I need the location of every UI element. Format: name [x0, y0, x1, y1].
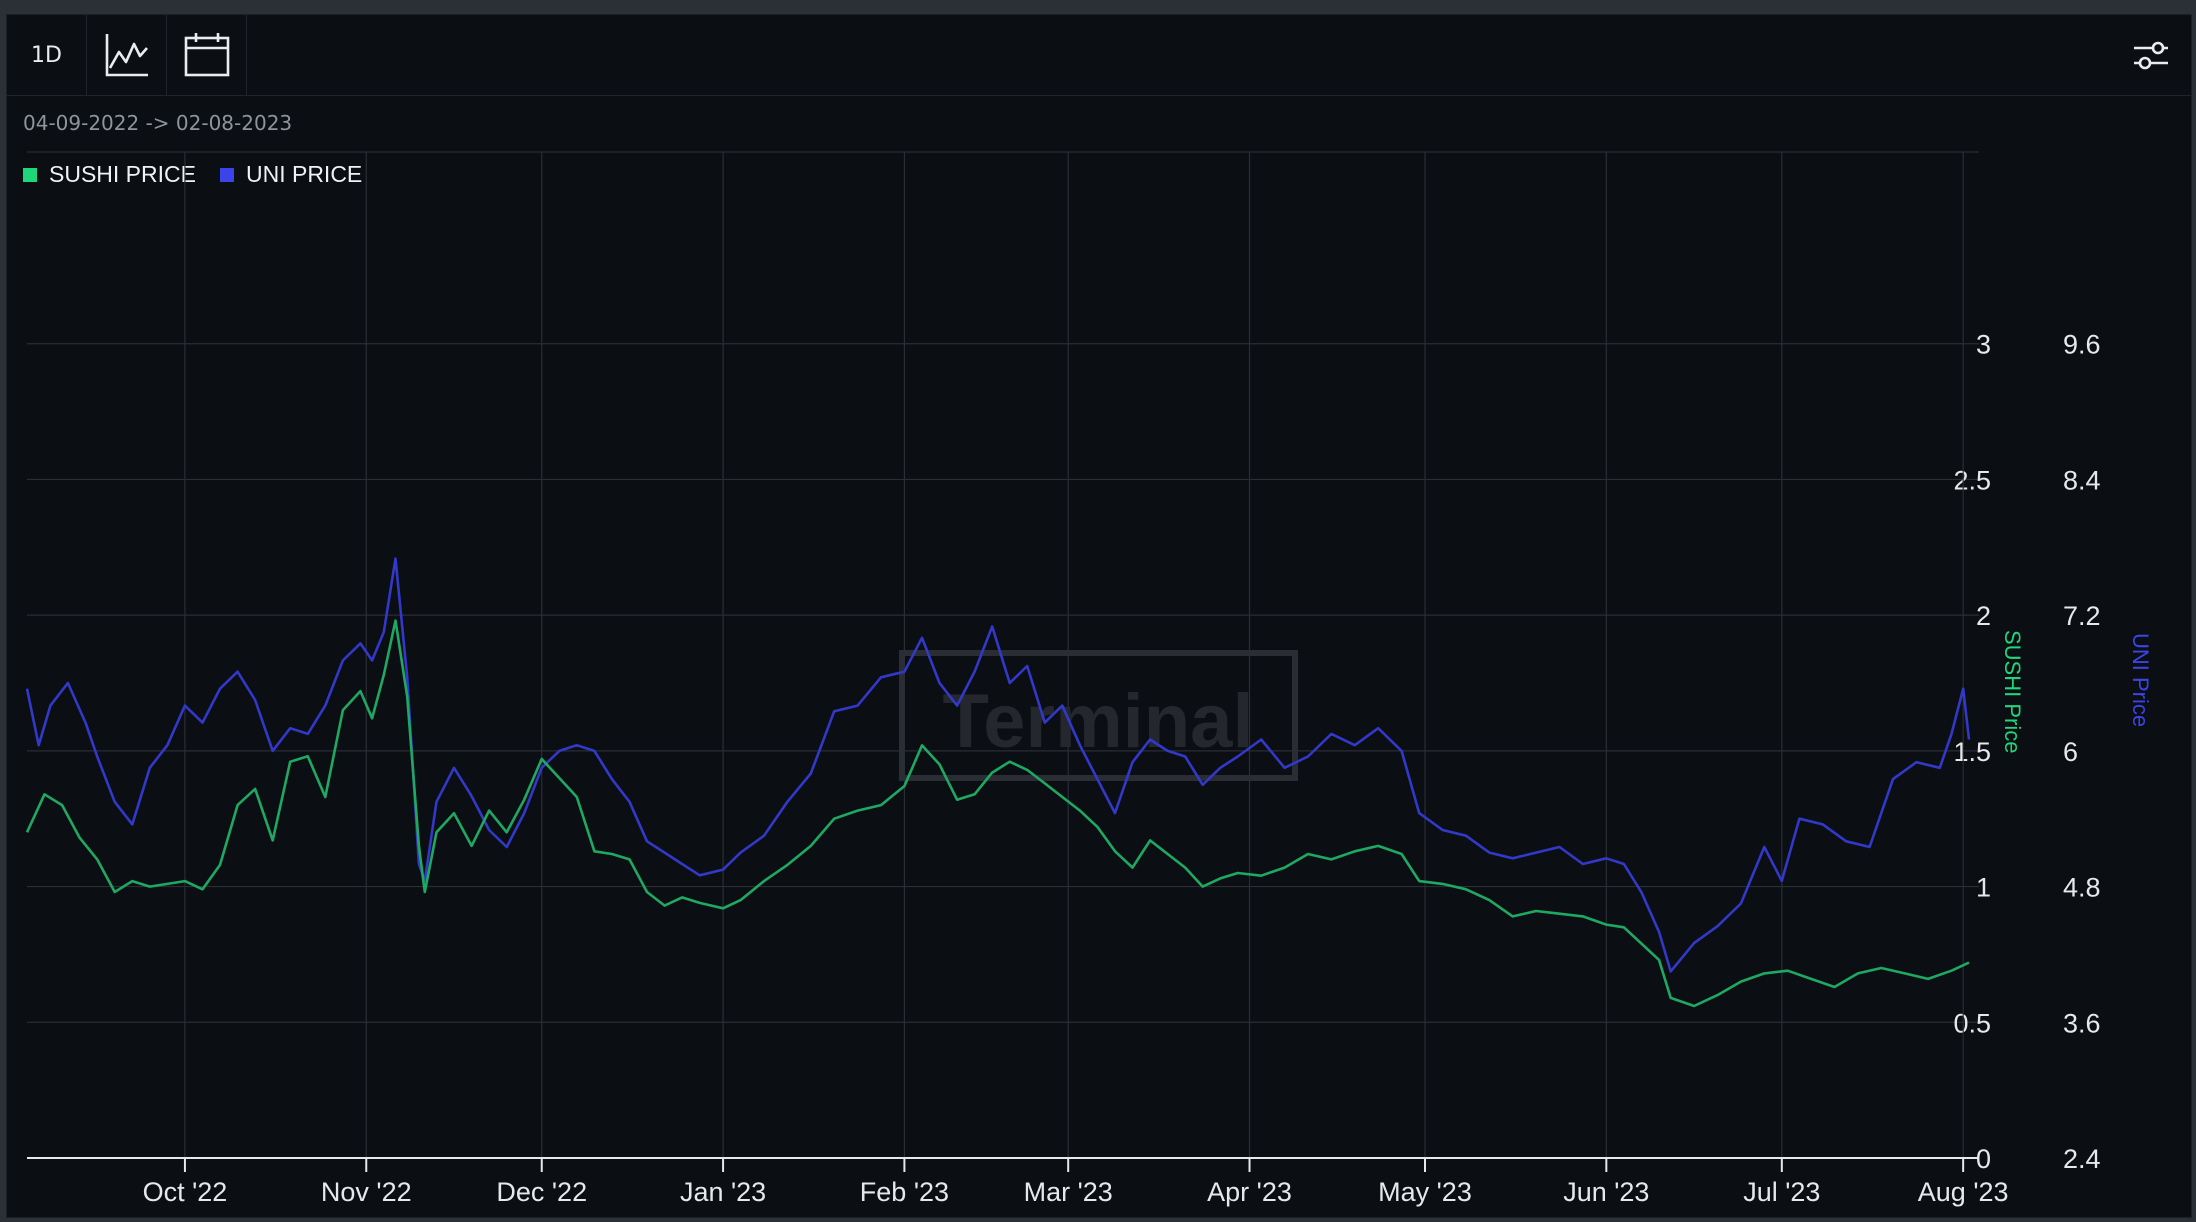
y-left-tick-label: 1.5 [1953, 737, 1991, 767]
y-right-tick-label: 8.4 [2063, 465, 2101, 495]
y-right-tick-label: 2.4 [2063, 1144, 2101, 1174]
x-tick-label: Oct '22 [143, 1177, 228, 1207]
price-chart: 00.511.522.532.43.64.867.28.49.6Oct '22 N… [25, 151, 2153, 1207]
x-tick-label: Jul '23 [1743, 1177, 1820, 1207]
y-left-axis-title: SUSHI Price [2000, 630, 2025, 753]
x-tick-label: May '23 [1378, 1177, 1472, 1207]
y-left-tick-label: 2.5 [1953, 465, 1991, 495]
y-left-tick-label: 1 [1976, 873, 1991, 903]
x-tick-label: Aug '23 [1918, 1177, 2009, 1207]
x-tick-label: Nov '22 [321, 1177, 412, 1207]
x-tick-label: Apr '23 [1207, 1177, 1292, 1207]
x-tick-label: Feb '23 [860, 1177, 949, 1207]
y-right-tick-label: 6 [2063, 737, 2078, 767]
x-tick-label: Mar '23 [1024, 1177, 1113, 1207]
y-right-tick-label: 4.8 [2063, 873, 2101, 903]
y-right-tick-label: 9.6 [2063, 330, 2101, 360]
y-right-tick-label: 7.2 [2063, 601, 2101, 631]
y-right-tick-label: 3.6 [2063, 1008, 2101, 1038]
x-tick-label: Dec '22 [496, 1177, 587, 1207]
y-left-tick-label: 3 [1976, 330, 1991, 360]
x-tick-label: Jun '23 [1563, 1177, 1649, 1207]
watermark-text: Terminal [942, 679, 1253, 764]
y-left-tick-label: 0.5 [1953, 1008, 1991, 1038]
chart-panel: 1D 04-09-2022 -> 02-08-2023 SUSHI PRICE … [6, 14, 2192, 1218]
y-right-axis-title: UNI Price [2128, 633, 2153, 727]
uni-price-line [25, 557, 1971, 973]
y-left-tick-label: 2 [1976, 601, 1991, 631]
x-tick-label: Jan '23 [680, 1177, 766, 1207]
